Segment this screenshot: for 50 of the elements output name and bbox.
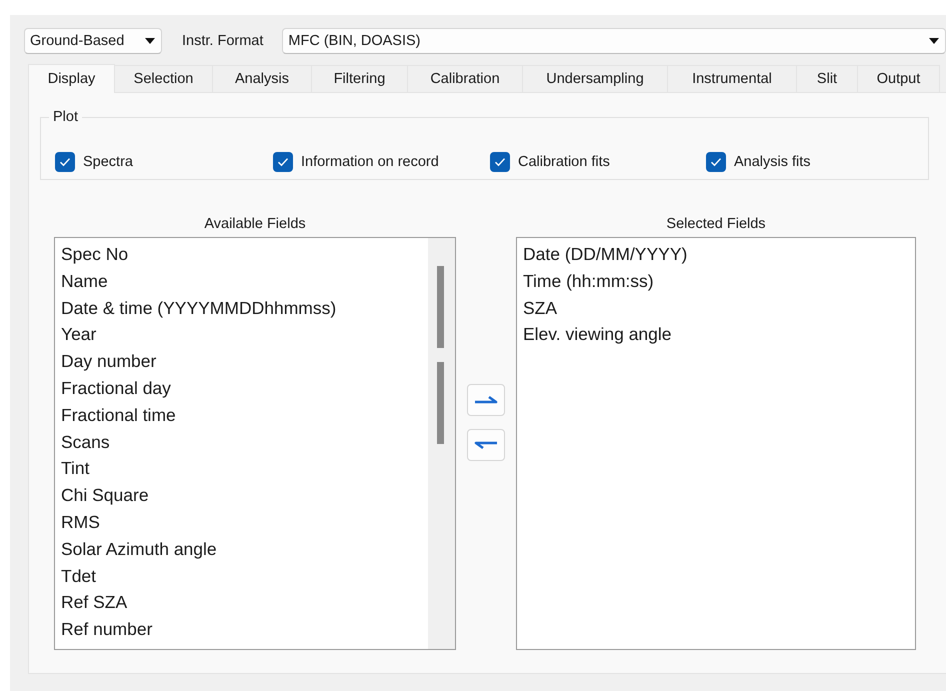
list-item[interactable]: Date & time (YYYYMMDDhhmmss) <box>61 294 336 322</box>
list-item[interactable]: Ref number <box>61 616 152 643</box>
list-item[interactable]: Day number <box>61 348 156 375</box>
list-item[interactable]: RMS <box>61 508 100 536</box>
checkbox[interactable] <box>490 152 510 172</box>
add-button[interactable] <box>467 384 505 416</box>
checkbox[interactable] <box>273 152 293 172</box>
checkbox[interactable] <box>706 152 726 172</box>
list-item[interactable]: Ref SZA <box>61 589 128 616</box>
list-item[interactable]: Scans <box>61 428 110 456</box>
list-title: Available Fields <box>204 216 306 234</box>
checkbox-label[interactable]: Spectra <box>83 154 133 170</box>
list-item[interactable]: Tdet <box>61 562 96 590</box>
field-label: Instr. Format <box>182 33 264 49</box>
checkbox[interactable] <box>55 152 75 172</box>
checkmark-icon <box>494 157 506 167</box>
list-item[interactable]: Name <box>61 268 108 295</box>
checkbox-label[interactable]: Calibration fits <box>518 154 610 170</box>
remove-button[interactable] <box>467 429 505 461</box>
checkbox-label[interactable]: Information on record <box>301 154 439 170</box>
list-item[interactable]: Chi Square <box>61 482 149 509</box>
format-dropdown[interactable]: MFC (BIN, DOASIS) <box>282 28 946 54</box>
checkmark-icon <box>277 157 289 167</box>
list-title: Selected Fields <box>666 216 766 234</box>
checkmark-icon <box>59 157 71 167</box>
tab[interactable]: Display <box>28 64 115 93</box>
list-item[interactable]: Fractional time <box>61 402 176 429</box>
list-item[interactable]: Tint <box>61 455 90 482</box>
dropdown-caret-icon <box>145 38 155 44</box>
tab[interactable]: Instrumental <box>668 65 797 92</box>
list-item[interactable]: Solar Azimuth angle <box>61 536 217 563</box>
list-item[interactable]: Fractional day <box>61 374 171 402</box>
tab[interactable]: Calibration <box>408 65 523 92</box>
dropdown-caret-icon <box>929 38 939 44</box>
tab[interactable]: Selection <box>115 65 213 92</box>
tab[interactable]: Undersampling <box>523 65 668 92</box>
list-item[interactable]: Year <box>61 321 96 348</box>
list-item[interactable]: Elev. viewing angle <box>523 321 672 348</box>
tab[interactable]: Output <box>858 65 940 92</box>
source-dropdown[interactable]: Ground-Based <box>24 28 162 54</box>
checkbox-label[interactable]: Analysis fits <box>734 154 811 170</box>
list-item[interactable]: Time (hh:mm:ss) <box>523 268 654 295</box>
checkmark-icon <box>710 157 722 167</box>
list-item[interactable]: Spec No <box>61 241 128 268</box>
list-item[interactable]: SZA <box>523 294 558 322</box>
tab[interactable]: Slit <box>797 65 858 92</box>
tab[interactable]: Analysis <box>213 65 312 92</box>
list-item[interactable]: Date (DD/MM/YYYY) <box>523 241 688 268</box>
scrollbar[interactable] <box>428 238 455 649</box>
tab[interactable]: Filtering <box>312 65 408 92</box>
